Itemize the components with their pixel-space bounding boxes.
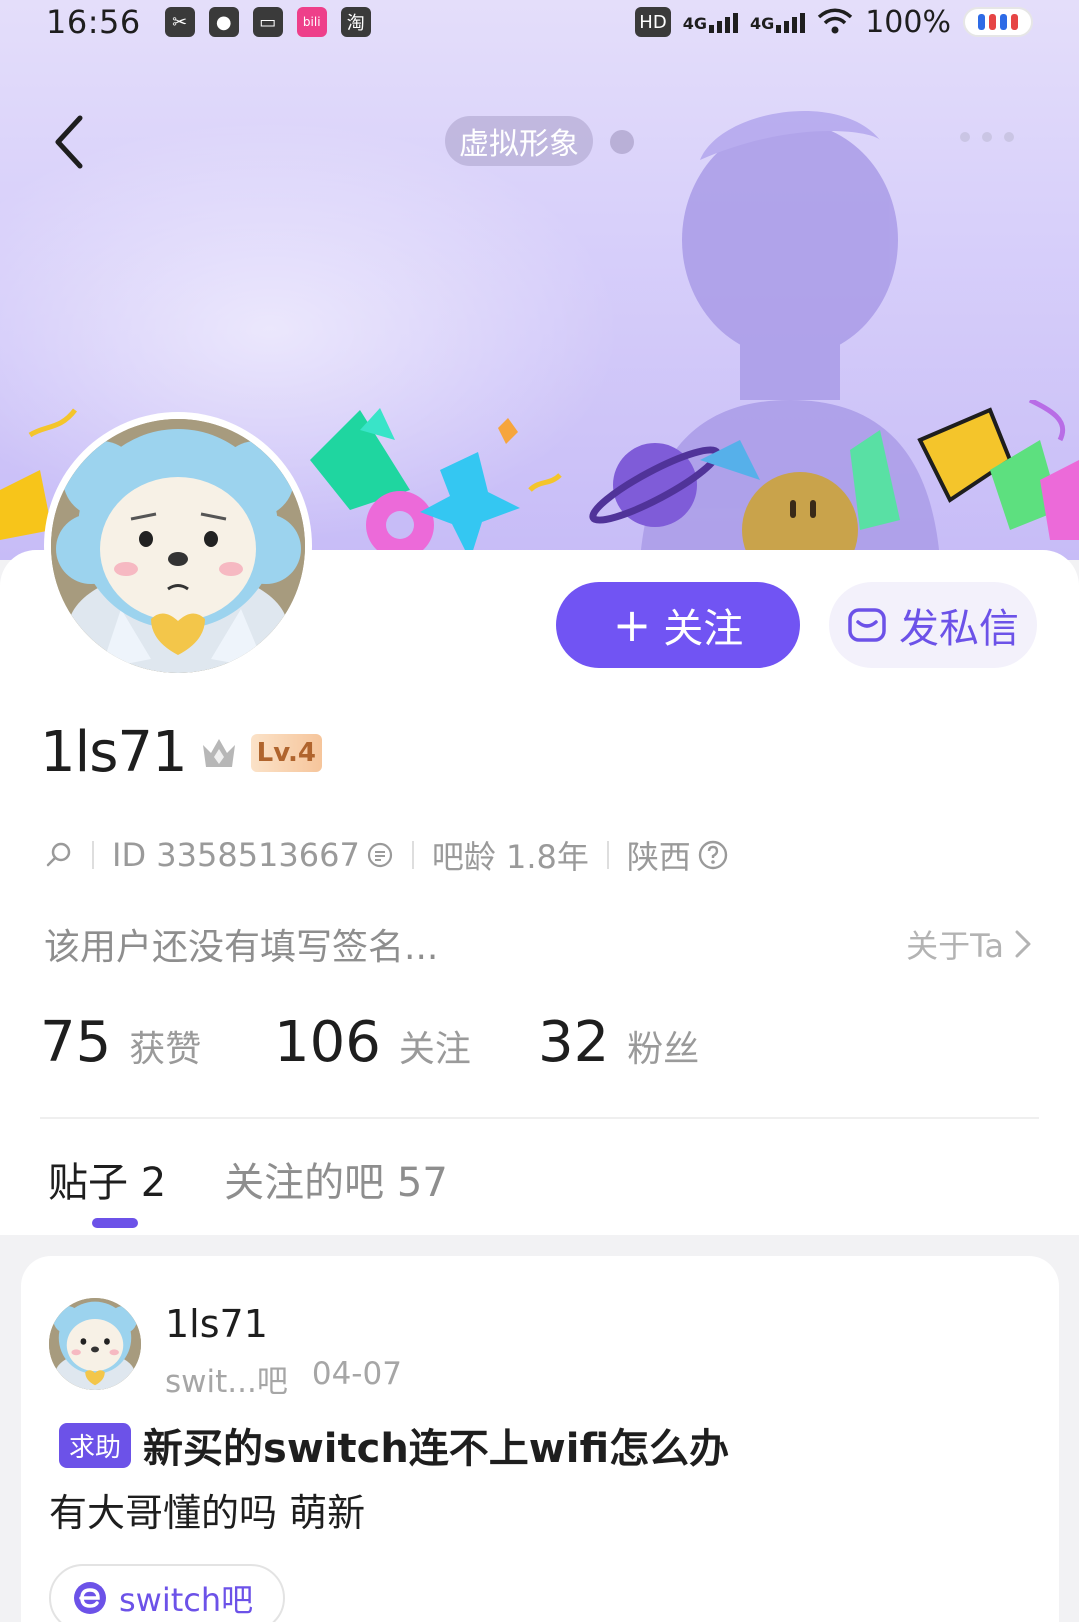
follow-button[interactable]: + 关注 — [556, 582, 800, 668]
post-card[interactable]: 1ls71 swit...吧 04-07 求助 新买的switch连不上wifi… — [21, 1256, 1059, 1622]
active-tab-indicator — [92, 1218, 138, 1228]
following-count: 106 — [274, 1010, 381, 1075]
forum-logo-icon — [74, 1582, 106, 1614]
about-label: 关于Ta — [906, 927, 1004, 965]
clipboard-app-icon: ✂ — [164, 7, 195, 37]
sheep-avatar-image — [49, 1298, 141, 1390]
bilibili-app-icon: bili — [296, 7, 327, 37]
virtual-avatar-indicator — [610, 130, 634, 154]
about-link[interactable]: 关于Ta — [906, 921, 1034, 967]
fans-count: 32 — [538, 1010, 610, 1075]
bar-age: 吧龄 1.8年 — [431, 838, 589, 876]
forum-link-pill[interactable]: switch吧 — [49, 1564, 286, 1622]
battery-icon — [963, 7, 1033, 37]
meta-divider — [411, 841, 414, 869]
user-id-text: ID 3358513667 — [112, 836, 360, 874]
meta-divider — [92, 841, 94, 869]
chevron-left-icon[interactable] — [50, 112, 90, 172]
status-time: 16:56 — [46, 3, 141, 41]
likes-count: 75 — [40, 1010, 112, 1075]
wifi-icon — [818, 8, 853, 34]
fans-label: 粉丝 — [627, 1029, 700, 1070]
section-divider — [40, 1117, 1039, 1119]
forum-pill-label: switch吧 — [119, 1581, 254, 1619]
hd-icon: HD — [635, 7, 671, 37]
user-id[interactable]: ID 3358513667 — [112, 836, 394, 874]
sheep-avatar-image — [51, 419, 305, 673]
following-stat[interactable]: 106 关注 — [274, 1010, 538, 1075]
profile-stats: 75 获赞 106 关注 32 粉丝 — [40, 1010, 699, 1075]
following-label: 关注 — [398, 1029, 471, 1070]
post-title-row[interactable]: 求助 新买的switch连不上wifi怎么办 — [59, 1416, 729, 1474]
post-author-avatar[interactable] — [49, 1298, 141, 1390]
network-type-label-2: 4G — [749, 14, 775, 33]
signature-row: 该用户还没有填写签名... 关于Ta — [44, 918, 1034, 970]
chevron-right-icon — [1015, 930, 1031, 958]
message-button[interactable]: 发私信 — [829, 582, 1037, 668]
more-dots-icon[interactable] — [960, 132, 1014, 142]
taobao-app-icon: 淘 — [340, 7, 371, 37]
fans-stat[interactable]: 32 粉丝 — [538, 1010, 699, 1075]
network-type-label-1: 4G — [682, 14, 707, 33]
avatar[interactable] — [44, 412, 312, 680]
crown-level-icon[interactable] — [199, 733, 239, 773]
profile-page: 16:56 ✂ ● ▭ bili 淘 HD 4G 4G 100% 虚拟形象 + … — [0, 0, 1079, 1622]
post-body[interactable]: 有大哥懂的吗 萌新 — [49, 1482, 365, 1537]
battery-percent: 100% — [865, 4, 951, 40]
location-text: 陕西 — [626, 838, 691, 876]
plus-icon: + — [612, 598, 652, 652]
help-tag: 求助 — [59, 1422, 132, 1468]
level-badge[interactable]: Lv.4 — [250, 733, 322, 772]
likes-stat[interactable]: 75 获赞 — [40, 1010, 274, 1075]
post-date: 04-07 — [311, 1356, 402, 1392]
help-icon[interactable] — [697, 839, 729, 871]
post-meta: swit...吧 04-07 — [165, 1356, 402, 1401]
status-app-icons: ✂ ● ▭ bili 淘 — [164, 7, 371, 37]
copy-icon[interactable] — [366, 841, 394, 869]
wechat-app-icon: ● — [208, 7, 239, 37]
cellular-signal-1-icon: 4G — [683, 11, 738, 33]
search-icon[interactable] — [44, 840, 74, 870]
cellular-signal-2-icon: 4G — [749, 11, 806, 33]
profile-meta-row: ID 3358513667 吧龄 1.8年 陕西 — [44, 832, 729, 878]
likes-label: 获赞 — [129, 1029, 202, 1070]
post-forum-name[interactable]: swit...吧 — [165, 1356, 288, 1401]
post-title: 新买的switch连不上wifi怎么办 — [143, 1426, 730, 1472]
post-author-name[interactable]: 1ls71 — [165, 1302, 268, 1346]
status-right: HD 4G 4G 100% — [635, 5, 1033, 40]
meta-divider — [606, 841, 609, 869]
tab-followed-bars[interactable]: 关注的吧 57 — [224, 1150, 448, 1208]
virtual-avatar-button[interactable]: 虚拟形象 — [445, 116, 593, 166]
message-button-label: 发私信 — [899, 606, 1019, 652]
profile-tabs: 贴子 2 关注的吧 57 — [48, 1150, 448, 1208]
status-bar: 16:56 ✂ ● ▭ bili 淘 HD 4G 4G 100% — [0, 0, 1079, 44]
location[interactable]: 陕西 — [627, 832, 729, 878]
signature-text: 该用户还没有填写签名... — [44, 927, 439, 968]
username-row: 1ls71 Lv.4 — [40, 720, 322, 785]
username: 1ls71 — [40, 720, 188, 785]
tab-posts[interactable]: 贴子 2 — [48, 1150, 166, 1208]
wallet-app-icon: ▭ — [252, 7, 283, 37]
mail-icon — [848, 608, 886, 642]
follow-button-label: 关注 — [663, 606, 744, 652]
